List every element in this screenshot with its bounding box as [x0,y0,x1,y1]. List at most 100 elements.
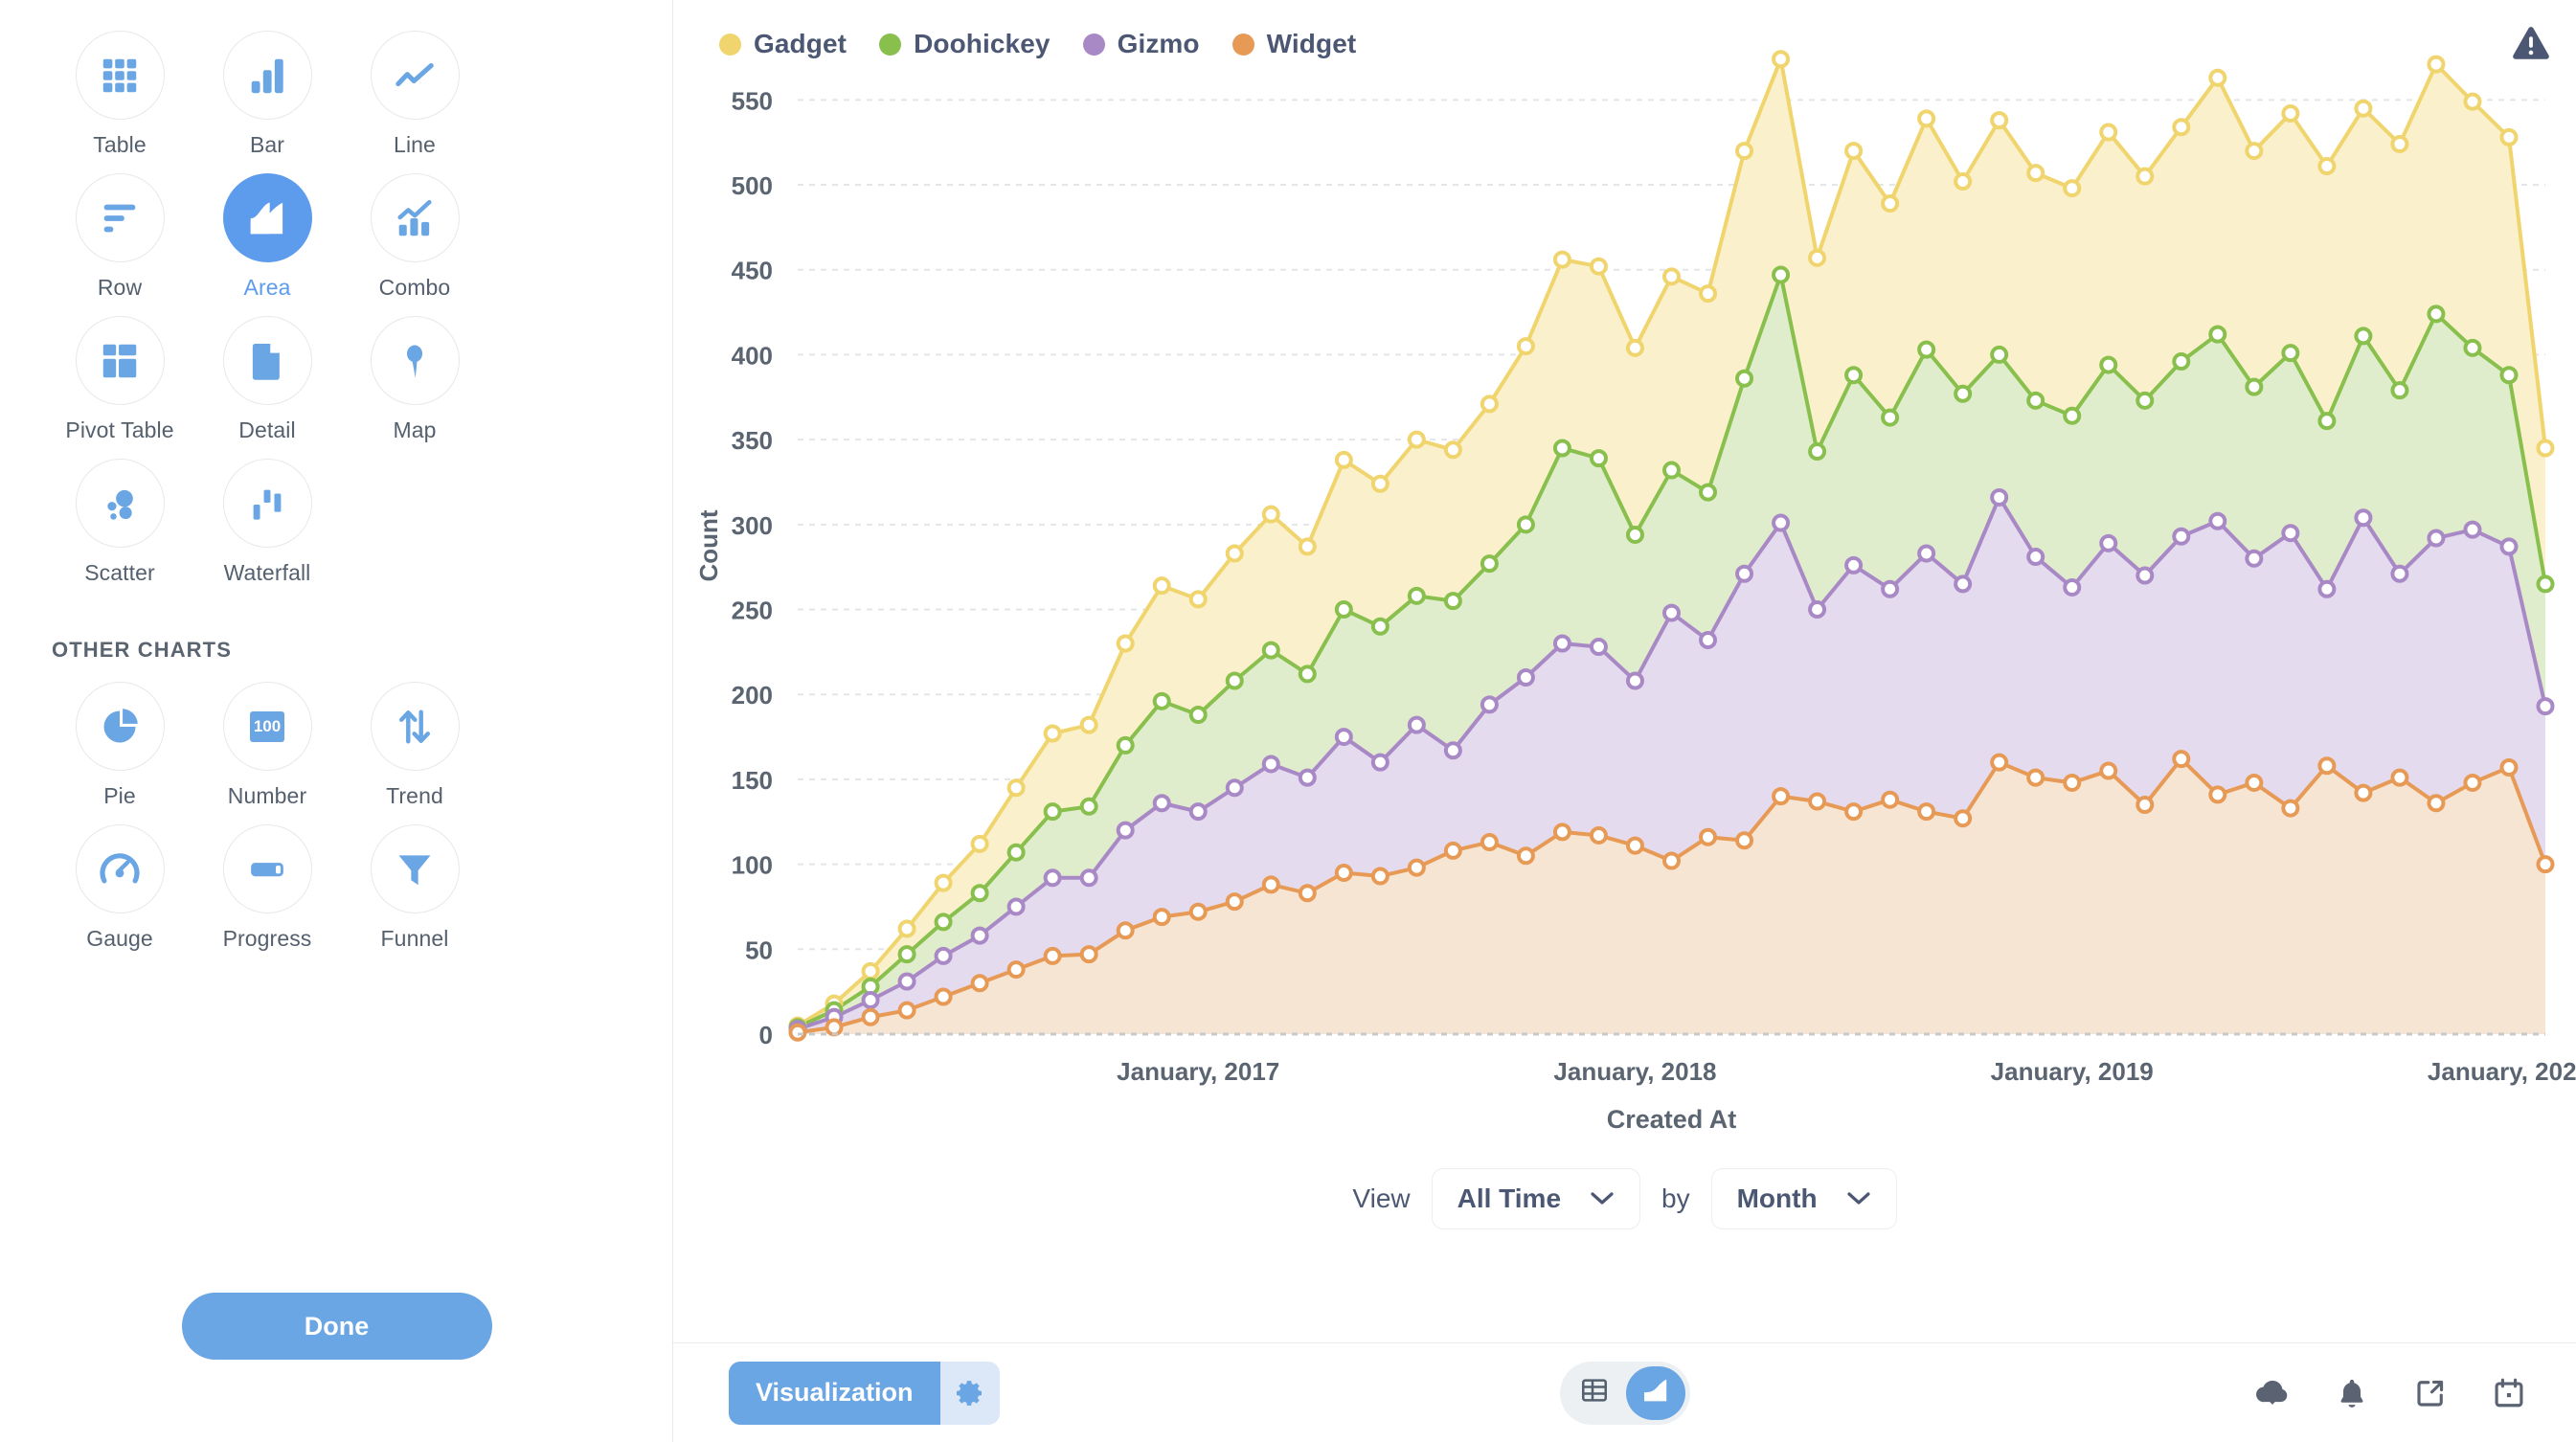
view-controls: View All Time by Month [673,1168,2576,1229]
combo-icon [370,173,460,262]
chart-type-label: Pivot Table [65,417,174,442]
data-point-widget [2354,783,2373,802]
data-point-doohickey [1079,797,1098,816]
y-axis-tick-label: 0 [759,1021,773,1049]
y-axis-tick-label: 150 [732,766,773,795]
data-point-gizmo [1625,671,1644,690]
data-point-gizmo [1152,794,1171,813]
chart-type-trend[interactable]: Trend [341,682,488,809]
chart-type-map[interactable]: Map [341,316,488,443]
data-point-gadget [1116,634,1135,653]
subscriptions-button[interactable] [2492,1376,2526,1410]
data-point-gadget [2063,179,2082,198]
done-button[interactable]: Done [181,1293,492,1360]
chart-type-scatter[interactable]: Scatter [46,459,193,586]
data-point-doohickey [934,913,953,932]
chart-type-table[interactable]: Table [46,31,193,158]
x-axis-tick-label: January, 2019 [1991,1057,2154,1086]
chart-type-area[interactable]: Area [193,173,341,301]
data-point-widget [1881,790,1900,809]
data-point-widget [1735,831,1754,850]
data-point-doohickey [1261,641,1280,660]
bar-icon [222,31,312,120]
time-range-select[interactable]: All Time [1431,1168,1641,1229]
chart-type-label: Progress [222,926,312,951]
data-point-doohickey [1443,592,1462,611]
chevron-down-icon [1590,1191,1615,1206]
bottom-toolbar: Visualization [673,1342,2576,1442]
footer-action-icons [2254,1375,2526,1411]
data-point-gadget [2172,118,2191,137]
data-point-widget [1772,787,1791,806]
data-point-widget [2536,855,2555,874]
visualization-button[interactable]: Visualization [729,1361,940,1425]
data-point-gadget [1370,474,1390,493]
data-point-doohickey [1625,525,1644,544]
chart-type-combo[interactable]: Combo [341,173,488,301]
y-axis-tick-label: 250 [732,597,773,625]
data-point-doohickey [2499,366,2519,385]
chart-type-label: Table [93,132,147,157]
area-chart-svg: 0 50 100 150 200 250 300 350 400 450 500 550 Count Ja… [694,50,2576,1134]
toggle-visualization-view[interactable] [1625,1365,1685,1420]
share-button[interactable] [2413,1376,2448,1410]
data-point-gizmo [2463,520,2482,539]
data-point-doohickey [2135,391,2155,410]
chart-type-label: Funnel [380,926,449,951]
data-point-doohickey [1516,515,1535,534]
chart-type-pie[interactable]: Pie [46,682,193,809]
gear-icon[interactable] [939,1361,1000,1425]
toggle-table-view[interactable] [1565,1366,1624,1420]
data-point-widget [1699,827,1718,846]
data-point-gizmo [2317,579,2337,598]
data-point-gizmo [2099,533,2118,552]
data-point-gadget [2536,439,2555,458]
data-point-gadget [2135,167,2155,186]
data-point-widget [1334,863,1353,882]
data-point-widget [2026,768,2045,787]
y-axis-tick-label: 100 [732,851,773,880]
chart-type-detail[interactable]: Detail [193,316,341,443]
chart-type-label: Combo [378,275,451,300]
data-point-widget [788,1023,807,1042]
chart-type-funnel[interactable]: Funnel [341,824,488,952]
data-point-gadget [1954,171,1973,191]
line-icon [370,31,460,120]
data-point-widget [1954,809,1973,828]
data-point-gadget [1917,109,1936,128]
alerts-button[interactable] [2335,1376,2369,1410]
download-button[interactable] [2254,1375,2291,1411]
chart-type-row[interactable]: Row [46,173,193,301]
chart-type-label: Gauge [86,926,153,951]
y-axis-tick-label: 500 [732,171,773,200]
data-point-doohickey [1699,483,1718,502]
area-chart-icon [1640,1375,1671,1410]
chart-type-label: Bar [249,132,285,157]
time-unit-select[interactable]: Month [1710,1168,1897,1229]
data-point-gizmo [2390,564,2409,583]
chart-type-progress[interactable]: Progress [193,824,341,952]
time-unit-value: Month [1736,1183,1818,1213]
chart-type-pivot-table[interactable]: Pivot Table [46,316,193,443]
data-point-doohickey [897,945,916,964]
data-point-gadget [1480,394,1499,414]
data-point-doohickey [2354,327,2373,346]
chart-type-bar[interactable]: Bar [193,31,341,158]
data-point-gizmo [2172,527,2191,546]
y-axis-tick-label: 400 [732,341,773,370]
area-icon [222,173,312,262]
data-point-widget [1808,792,1827,811]
chart-type-line[interactable]: Line [341,31,488,158]
data-point-doohickey [1552,439,1571,458]
visualization-main: Gadget Doohickey Gizmo Widget 0 50 100 150 200 2… [673,0,2576,1442]
data-point-gadget [2099,123,2118,142]
data-point-doohickey [2463,338,2482,357]
data-point-widget [2135,796,2155,815]
data-point-gadget [1261,505,1280,524]
data-point-gizmo [1006,897,1026,916]
chart-type-grid: Table Bar Line Row Area Combo Pivot Table D… [0,0,594,601]
chart-type-gauge[interactable]: Gauge [46,824,193,952]
chart-type-number[interactable]: 100 Number [193,682,341,809]
y-axis-tick-label: 550 [732,86,773,115]
chart-type-waterfall[interactable]: Waterfall [193,459,341,586]
